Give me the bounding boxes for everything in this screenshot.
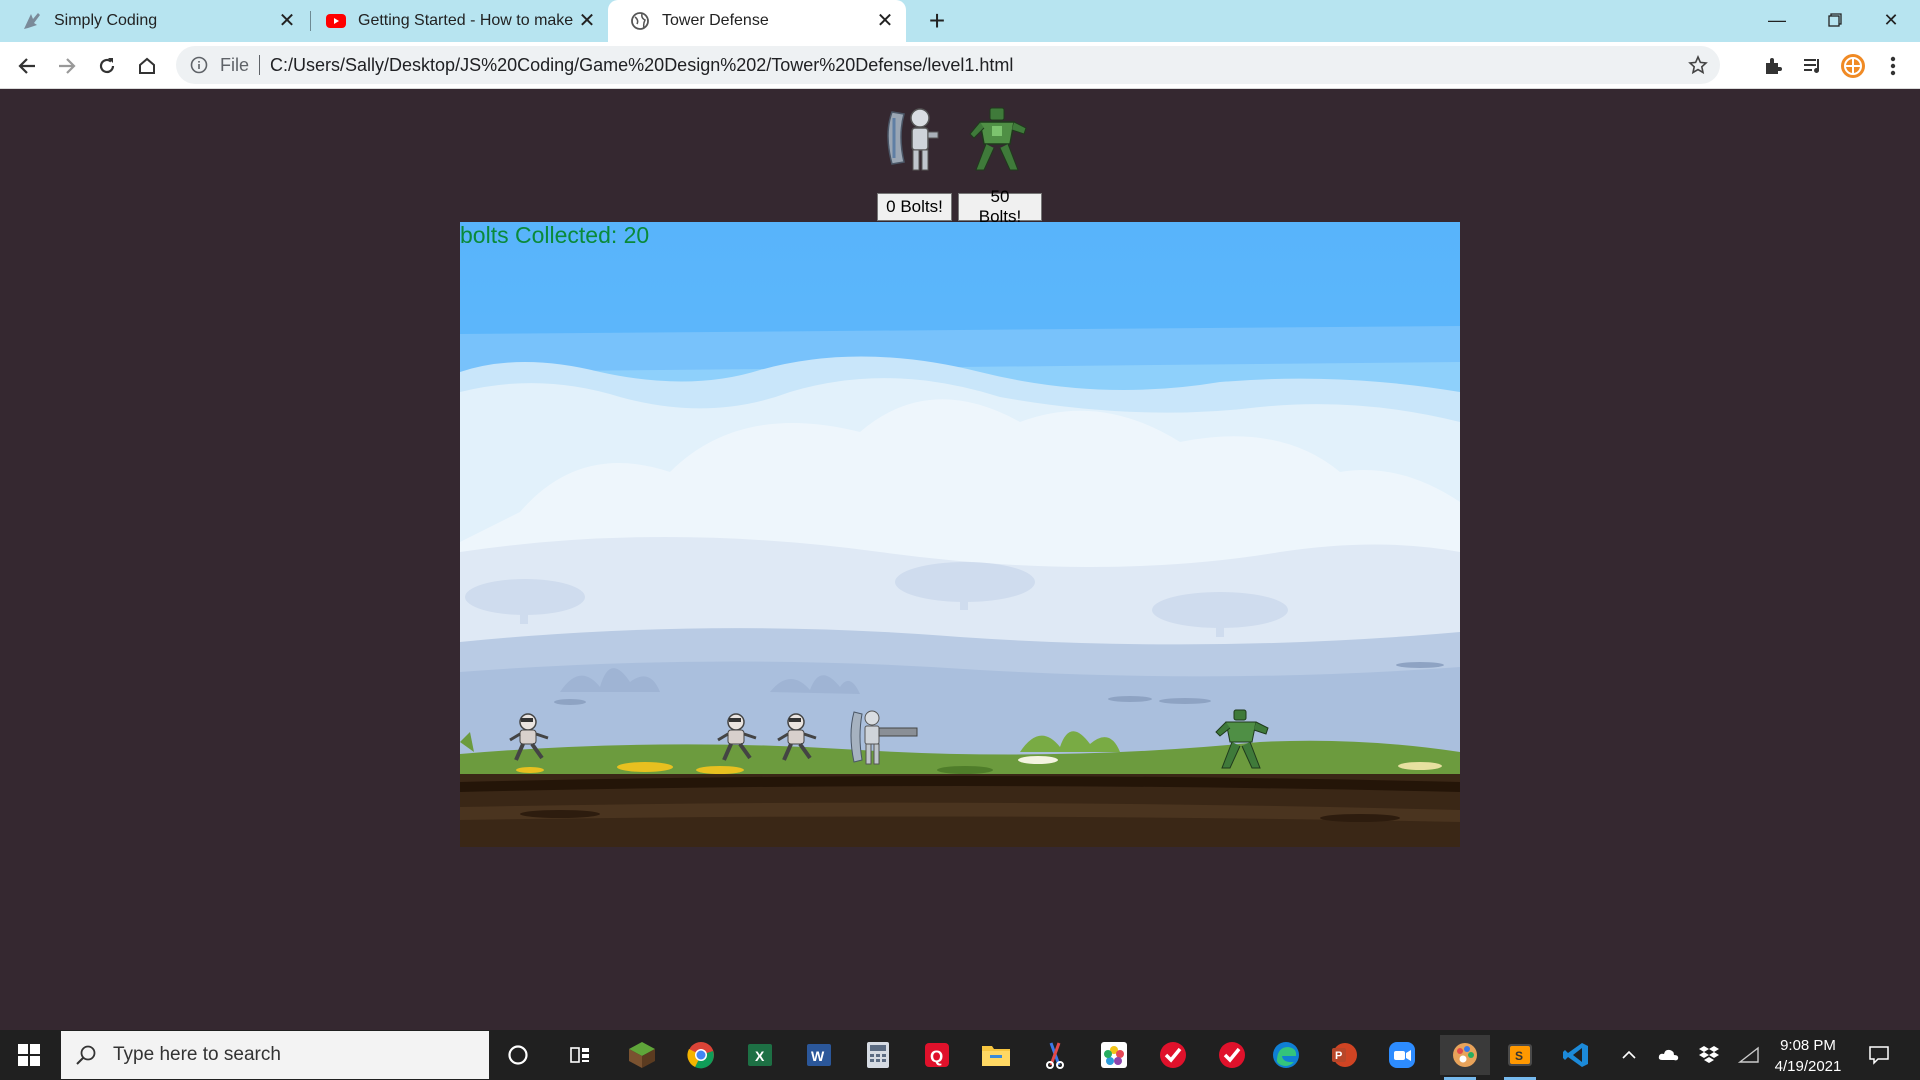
game-canvas[interactable]: bolts Collected: 20 [460, 222, 1460, 847]
calculator-icon[interactable] [858, 1035, 898, 1075]
close-tab-icon[interactable]: ✕ [874, 10, 896, 32]
search-icon [76, 1045, 96, 1065]
info-icon[interactable] [190, 56, 208, 74]
clock-time: 9:08 PM [1780, 1037, 1836, 1054]
svg-text:P: P [1335, 1050, 1342, 1062]
new-tab-button[interactable]: + [922, 6, 952, 36]
todo-icon[interactable] [1153, 1035, 1193, 1075]
onedrive-icon[interactable] [1656, 1042, 1682, 1068]
zoom-icon[interactable] [1382, 1035, 1422, 1075]
tab-title: Simply Coding [54, 12, 158, 29]
todo-icon-2[interactable] [1212, 1035, 1252, 1075]
skeleton-enemy-3 [777, 713, 817, 761]
svg-text:X: X [755, 1048, 765, 1064]
wifi-icon[interactable] [1736, 1042, 1762, 1068]
tab-divider [310, 11, 311, 31]
snipping-icon[interactable] [1035, 1035, 1075, 1075]
start-button[interactable] [0, 1030, 58, 1080]
reload-icon [99, 58, 115, 74]
svg-text:W: W [811, 1048, 825, 1064]
tab-tower-defense[interactable]: Tower Defense ✕ [608, 0, 906, 42]
close-window-button[interactable]: ✕ [1862, 0, 1920, 42]
restore-button[interactable] [1806, 0, 1864, 42]
sublime-icon[interactable]: S [1500, 1035, 1540, 1080]
bookmark-star-icon[interactable] [1688, 55, 1708, 75]
task-view-icon[interactable] [560, 1035, 600, 1075]
show-hidden-icons-chevron[interactable] [1616, 1042, 1642, 1068]
minimize-button[interactable]: — [1748, 0, 1806, 42]
reload-button[interactable] [90, 49, 124, 83]
close-tab-icon[interactable]: ✕ [576, 10, 598, 32]
url-scheme: File [220, 54, 250, 75]
windows-logo-icon [18, 1044, 40, 1066]
shield-knight-icon[interactable] [882, 104, 948, 174]
photos-icon[interactable] [1094, 1035, 1134, 1075]
url-text[interactable]: C:/Users/Sally/Desktop/JS%20Coding/Game%… [270, 55, 1013, 76]
back-button[interactable] [10, 49, 44, 83]
browser-toolbar: File C:/Users/Sally/Desktop/JS%20Coding/… [0, 42, 1920, 89]
back-arrow-icon [18, 58, 35, 74]
tab-simply-coding[interactable]: Simply Coding ✕ [0, 0, 308, 42]
zero-bolts-button[interactable]: 0 Bolts! [877, 193, 952, 221]
dropbox-icon[interactable] [1696, 1042, 1722, 1068]
tab-bar: Simply Coding ✕ Getting Started - How to… [0, 0, 1920, 42]
minecraft-icon[interactable] [622, 1035, 662, 1075]
search-placeholder: Type here to search [113, 1044, 281, 1065]
home-button[interactable] [130, 49, 164, 83]
powerpoint-icon[interactable]: P [1324, 1035, 1364, 1075]
media-control-icon[interactable] [1800, 53, 1826, 79]
extensions-icon[interactable] [1760, 53, 1786, 79]
cortana-icon[interactable] [498, 1035, 538, 1075]
q-app-icon[interactable]: Q [917, 1035, 957, 1075]
paint-icon[interactable] [1440, 1035, 1490, 1080]
clock-date: 4/19/2021 [1774, 1058, 1842, 1075]
system-clock[interactable]: 9:08 PM 4/19/2021 [1760, 1035, 1856, 1077]
tab-title: Getting Started - How to make A [358, 12, 576, 29]
game-background [460, 222, 1460, 847]
svg-text:S: S [1515, 1049, 1523, 1063]
youtube-icon [326, 11, 346, 31]
taskbar-search-box[interactable]: Type here to search [61, 1031, 489, 1079]
edge-icon[interactable] [1266, 1035, 1306, 1075]
address-bar[interactable]: File C:/Users/Sally/Desktop/JS%20Coding/… [176, 46, 1720, 84]
url-divider [259, 55, 261, 75]
forward-button[interactable] [50, 49, 84, 83]
chrome-icon[interactable] [681, 1035, 721, 1075]
vscode-icon[interactable] [1556, 1035, 1596, 1075]
home-icon [139, 57, 155, 74]
globe-icon [630, 11, 650, 31]
excel-icon[interactable]: X [740, 1035, 780, 1075]
close-tab-icon[interactable]: ✕ [276, 10, 298, 32]
forward-arrow-icon [59, 58, 76, 74]
svg-text:Q: Q [930, 1047, 943, 1066]
skeleton-enemy-2 [717, 713, 757, 761]
file-explorer-icon[interactable] [976, 1035, 1016, 1075]
notifications-icon[interactable] [1866, 1042, 1892, 1068]
simply-coding-icon [22, 11, 42, 31]
knight-defender[interactable] [848, 708, 920, 768]
windows-taskbar: Type here to search X W Q P S 9:08 PM 4/… [0, 1030, 1920, 1080]
fifty-bolts-button[interactable]: 50 Bolts! [958, 187, 1042, 226]
bolts-collected-score: bolts Collected: 20 [460, 222, 650, 248]
word-icon[interactable]: W [799, 1035, 839, 1075]
tab-getting-started[interactable]: Getting Started - How to make A ✕ [312, 0, 608, 42]
robot-defender[interactable] [1212, 708, 1274, 770]
profile-avatar-icon[interactable] [1840, 53, 1866, 79]
tab-title: Tower Defense [662, 12, 769, 29]
green-robot-icon[interactable] [966, 104, 1032, 174]
menu-kebab-icon[interactable] [1880, 53, 1906, 79]
skeleton-enemy-1 [509, 713, 549, 761]
